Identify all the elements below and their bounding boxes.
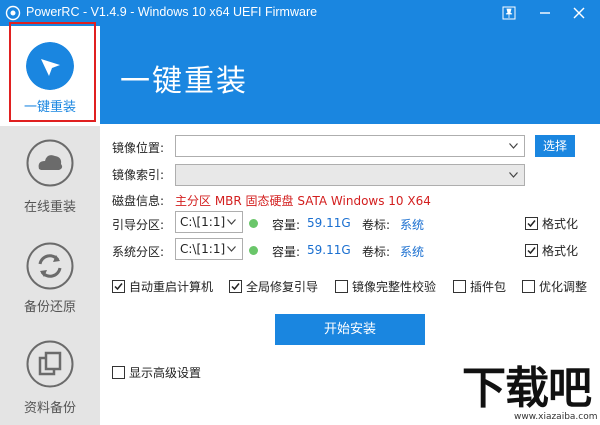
- boot-format-checkbox[interactable]: 格式化: [525, 215, 578, 232]
- image-location-label: 镜像位置:: [112, 141, 165, 155]
- checkmark-icon: [527, 247, 536, 255]
- system-partition-label: 系统分区:: [112, 245, 165, 259]
- image-location-combobox[interactable]: [175, 135, 525, 157]
- image-index-label: 镜像索引:: [112, 168, 165, 182]
- minimize-icon: [540, 12, 550, 14]
- plugin-pack-checkbox[interactable]: 插件包: [453, 278, 506, 295]
- disk-info-label: 磁盘信息:: [112, 194, 165, 208]
- system-capacity-value: 59.11G: [307, 243, 351, 257]
- image-integrity-check-checkbox[interactable]: 镜像完整性校验: [335, 278, 436, 295]
- app-icon: [5, 5, 21, 21]
- chevron-down-icon: [509, 143, 518, 149]
- sidebar-item-label: 在线重装: [23, 200, 76, 215]
- chevron-down-icon: [227, 246, 236, 252]
- image-index-combobox[interactable]: [175, 164, 525, 186]
- pin-icon: [502, 6, 516, 20]
- select-image-button[interactable]: 选择: [535, 135, 575, 157]
- boot-volume-value: 系统: [400, 218, 425, 232]
- checkmark-icon: [527, 220, 536, 228]
- boot-partition-label: 引导分区:: [112, 218, 165, 232]
- chevron-down-icon: [227, 219, 236, 225]
- close-button[interactable]: [566, 0, 592, 26]
- boot-partition-combobox[interactable]: C:\[1:1]: [175, 211, 243, 233]
- show-advanced-settings-checkbox[interactable]: 显示高级设置: [112, 364, 201, 381]
- sidebar-item-label: 备份还原: [23, 300, 76, 315]
- sidebar-item-data-backup[interactable]: 资料备份: [0, 334, 100, 425]
- sidebar-item-label: 资料备份: [23, 401, 76, 416]
- boot-capacity-label: 容量:: [272, 218, 301, 232]
- close-icon: [573, 7, 585, 19]
- system-capacity-label: 容量:: [272, 245, 301, 259]
- system-partition-combobox[interactable]: C:\[1:1]: [175, 238, 243, 260]
- chevron-down-icon: [509, 172, 518, 178]
- refresh-icon: [26, 242, 74, 290]
- system-volume-label: 卷标:: [362, 245, 391, 259]
- active-item-highlight-frame: [9, 22, 96, 122]
- system-format-checkbox[interactable]: 格式化: [525, 242, 578, 259]
- sidebar-item-online-reinstall[interactable]: 在线重装: [0, 131, 100, 231]
- start-install-button[interactable]: 开始安装: [275, 314, 425, 345]
- cloud-icon: [26, 139, 74, 187]
- window-title: PowerRC - V1.4.9 - Windows 10 x64 UEFI F…: [26, 5, 318, 19]
- auto-restart-checkbox[interactable]: 自动重启计算机: [112, 278, 213, 295]
- boot-capacity-value: 59.11G: [307, 216, 351, 230]
- pin-button[interactable]: [496, 0, 522, 26]
- system-volume-value: 系统: [400, 245, 425, 259]
- copy-icon: [26, 340, 74, 388]
- checkmark-icon: [231, 283, 240, 291]
- checkmark-icon: [114, 283, 123, 291]
- page-title: 一键重装: [120, 64, 248, 99]
- optimize-tweaks-checkbox[interactable]: 优化调整: [522, 278, 587, 295]
- system-partition-status-dot: [249, 246, 258, 255]
- global-boot-repair-checkbox[interactable]: 全局修复引导: [229, 278, 318, 295]
- sidebar-item-backup-restore[interactable]: 备份还原: [0, 236, 100, 336]
- boot-volume-label: 卷标:: [362, 218, 391, 232]
- boot-partition-status-dot: [249, 219, 258, 228]
- page-banner: 一键重装: [100, 26, 600, 124]
- watermark-url: www.xiazaiba.com: [514, 412, 598, 422]
- watermark: 下载吧 www.xiazaiba.com: [462, 365, 598, 423]
- disk-info-value: 主分区 MBR 固态硬盘 SATA Windows 10 X64: [175, 194, 431, 208]
- minimize-button[interactable]: [532, 0, 558, 26]
- watermark-logo-text: 下载吧: [462, 363, 592, 414]
